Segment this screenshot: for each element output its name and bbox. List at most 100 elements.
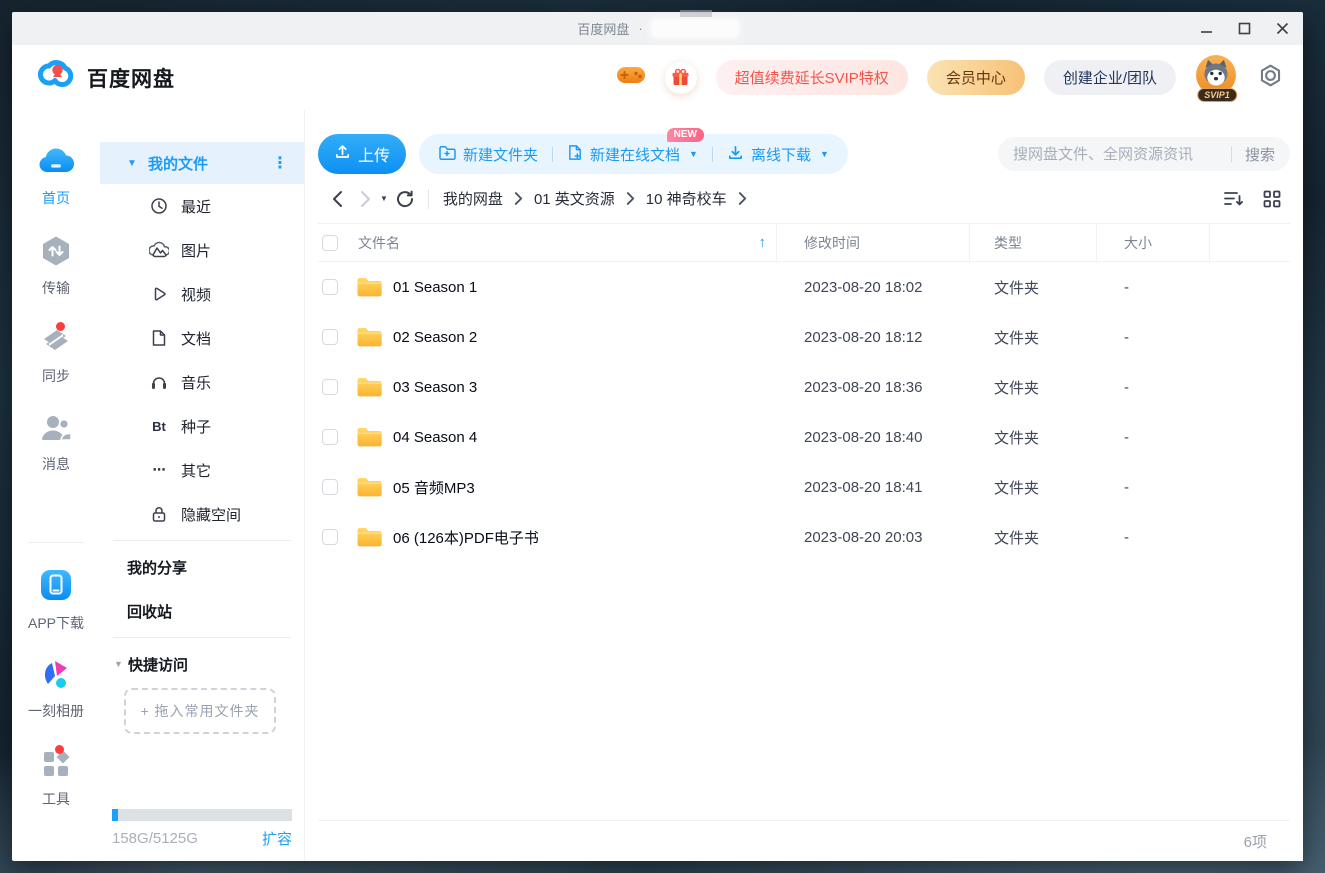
table-header: 文件名 ↑ 修改时间 类型 大小	[318, 223, 1290, 262]
baidu-netdisk-logo-icon	[36, 56, 78, 99]
table-row[interactable]: 03 Season 3 2023-08-20 18:36 文件夹 -	[318, 362, 1290, 412]
file-modified-time: 2023-08-20 20:03	[777, 529, 970, 546]
table-row[interactable]: 02 Season 2 2023-08-20 18:12 文件夹 -	[318, 312, 1290, 362]
sidebar-section-quick-access[interactable]: ▼ 快捷访问	[100, 642, 304, 686]
breadcrumb-item[interactable]: 01 英文资源	[534, 188, 615, 209]
folder-icon	[356, 426, 382, 448]
breadcrumb-item[interactable]: 我的网盘	[443, 188, 503, 209]
sidebar-item-my-files[interactable]: ▼ 我的文件 ⋮	[100, 142, 304, 184]
forward-icon[interactable]	[354, 188, 376, 210]
close-icon[interactable]	[1275, 22, 1289, 36]
column-type[interactable]: 类型	[994, 233, 1022, 253]
search-input[interactable]	[1013, 146, 1223, 163]
breadcrumb-separator-icon	[626, 192, 635, 205]
search-box[interactable]: 搜索	[998, 137, 1290, 171]
file-size: -	[1097, 379, 1210, 396]
collapse-triangle-icon[interactable]: ▼	[114, 659, 128, 669]
row-checkbox[interactable]	[322, 479, 338, 495]
sidebar-item-music[interactable]: 音乐	[100, 360, 304, 404]
search-button[interactable]: 搜索	[1245, 144, 1275, 165]
upload-button[interactable]: 上传	[318, 134, 406, 174]
user-avatar[interactable]: SVIP1	[1195, 54, 1239, 102]
rail-item-tools[interactable]: 工具	[40, 747, 72, 809]
game-center-icon[interactable]	[616, 63, 646, 92]
row-checkbox[interactable]	[322, 429, 338, 445]
row-checkbox[interactable]	[322, 279, 338, 295]
sync-notification-dot	[56, 322, 65, 331]
row-checkbox[interactable]	[322, 329, 338, 345]
rail-item-transfer[interactable]: 传输	[39, 234, 73, 298]
table-row[interactable]: 05 音频MP3 2023-08-20 18:41 文件夹 -	[318, 462, 1290, 512]
row-checkbox[interactable]	[322, 529, 338, 545]
sidebar-item-hidden-space[interactable]: 隐藏空间	[100, 492, 304, 536]
nav-rail: 首页 传输	[12, 110, 100, 861]
breadcrumb-separator-icon	[738, 192, 747, 205]
file-name[interactable]: 02 Season 2	[393, 329, 477, 346]
expand-triangle-icon[interactable]: ▼	[127, 158, 141, 169]
table-row[interactable]: 01 Season 1 2023-08-20 18:02 文件夹 -	[318, 262, 1290, 312]
sort-order-icon[interactable]	[1223, 190, 1244, 207]
rail-item-app-download[interactable]: APP下载	[28, 567, 84, 633]
breadcrumb: 我的网盘 01 英文资源 10 神奇校车	[443, 188, 758, 209]
sidebar-item-recycle-bin[interactable]: 回收站	[100, 589, 304, 633]
my-files-menu-icon[interactable]: ⋮	[272, 153, 288, 173]
sidebar-item-documents[interactable]: 文档	[100, 316, 304, 360]
history-dropdown-icon[interactable]: ▼	[380, 194, 388, 203]
back-icon[interactable]	[326, 188, 348, 210]
rail-item-messages[interactable]: 消息	[39, 412, 73, 474]
file-name[interactable]: 03 Season 3	[393, 379, 477, 396]
file-name[interactable]: 04 Season 4	[393, 429, 477, 446]
expand-storage-link[interactable]: 扩容	[262, 828, 292, 849]
breadcrumb-row: ▼ 我的网盘 01 英文资源 10 神奇校车	[305, 174, 1303, 223]
sidebar-item-my-shares[interactable]: 我的分享	[100, 545, 304, 589]
breadcrumb-item[interactable]: 10 神奇校车	[646, 188, 727, 209]
svip-renew-banner[interactable]: 超值续费延长SVIP特权	[716, 60, 908, 95]
refresh-icon[interactable]	[394, 188, 416, 210]
table-row[interactable]: 06 (126本)PDF电子书 2023-08-20 20:03 文件夹 -	[318, 512, 1290, 562]
file-nav: ▼ 我的文件 ⋮ 最近 图片	[100, 110, 305, 861]
storage-progress-bar	[112, 809, 292, 821]
settings-icon[interactable]	[1258, 63, 1283, 93]
file-name[interactable]: 05 音频MP3	[393, 477, 475, 498]
rail-item-home[interactable]: 首页	[37, 146, 75, 208]
minimize-icon[interactable]	[1199, 22, 1213, 36]
table-row[interactable]: 04 Season 4 2023-08-20 18:40 文件夹 -	[318, 412, 1290, 462]
folder-icon	[356, 276, 382, 298]
sync-icon	[39, 324, 73, 361]
file-modified-time: 2023-08-20 18:02	[777, 279, 970, 296]
member-center-button[interactable]: 会员中心	[927, 60, 1025, 95]
titlebar: 百度网盘 ·	[12, 12, 1303, 45]
divider	[712, 147, 713, 162]
file-modified-time: 2023-08-20 18:40	[777, 429, 970, 446]
brand[interactable]: 百度网盘	[36, 56, 175, 99]
column-name[interactable]: 文件名	[358, 233, 400, 253]
offline-download-button[interactable]: 离线下载 ▼	[727, 144, 829, 165]
select-all-checkbox[interactable]	[322, 235, 338, 251]
new-folder-button[interactable]: 新建文件夹	[438, 144, 538, 165]
rail-item-photo-album[interactable]: 一刻相册	[28, 659, 84, 721]
new-online-doc-button[interactable]: NEW 新建在线文档 ▼	[567, 144, 698, 165]
sidebar-item-pictures[interactable]: 图片	[100, 228, 304, 272]
sort-ascending-icon[interactable]: ↑	[759, 234, 767, 251]
create-team-button[interactable]: 创建企业/团队	[1044, 60, 1176, 95]
column-size[interactable]: 大小	[1124, 233, 1152, 253]
tools-notification-dot	[55, 745, 64, 754]
grid-view-icon[interactable]	[1263, 190, 1281, 208]
file-name[interactable]: 01 Season 1	[393, 279, 477, 296]
sidebar-item-other[interactable]: ⋯ 其它	[100, 448, 304, 492]
clock-icon	[148, 196, 170, 216]
column-modified[interactable]: 修改时间	[804, 233, 860, 253]
rail-divider	[28, 542, 84, 543]
sidebar-item-recent[interactable]: 最近	[100, 184, 304, 228]
redacted-username	[652, 20, 738, 37]
quick-access-drop-zone[interactable]: + 拖入常用文件夹	[124, 688, 276, 734]
rail-item-sync[interactable]: 同步	[39, 324, 73, 386]
file-size: -	[1097, 429, 1210, 446]
sidebar-item-videos[interactable]: 视频	[100, 272, 304, 316]
maximize-icon[interactable]	[1237, 22, 1251, 36]
file-name[interactable]: 06 (126本)PDF电子书	[393, 527, 539, 548]
sidebar-item-bt-seeds[interactable]: Bt 种子	[100, 404, 304, 448]
gift-icon[interactable]	[665, 62, 697, 94]
desktop: { "titlebar": { "title": "百度网盘", "separa…	[0, 0, 1325, 873]
row-checkbox[interactable]	[322, 379, 338, 395]
